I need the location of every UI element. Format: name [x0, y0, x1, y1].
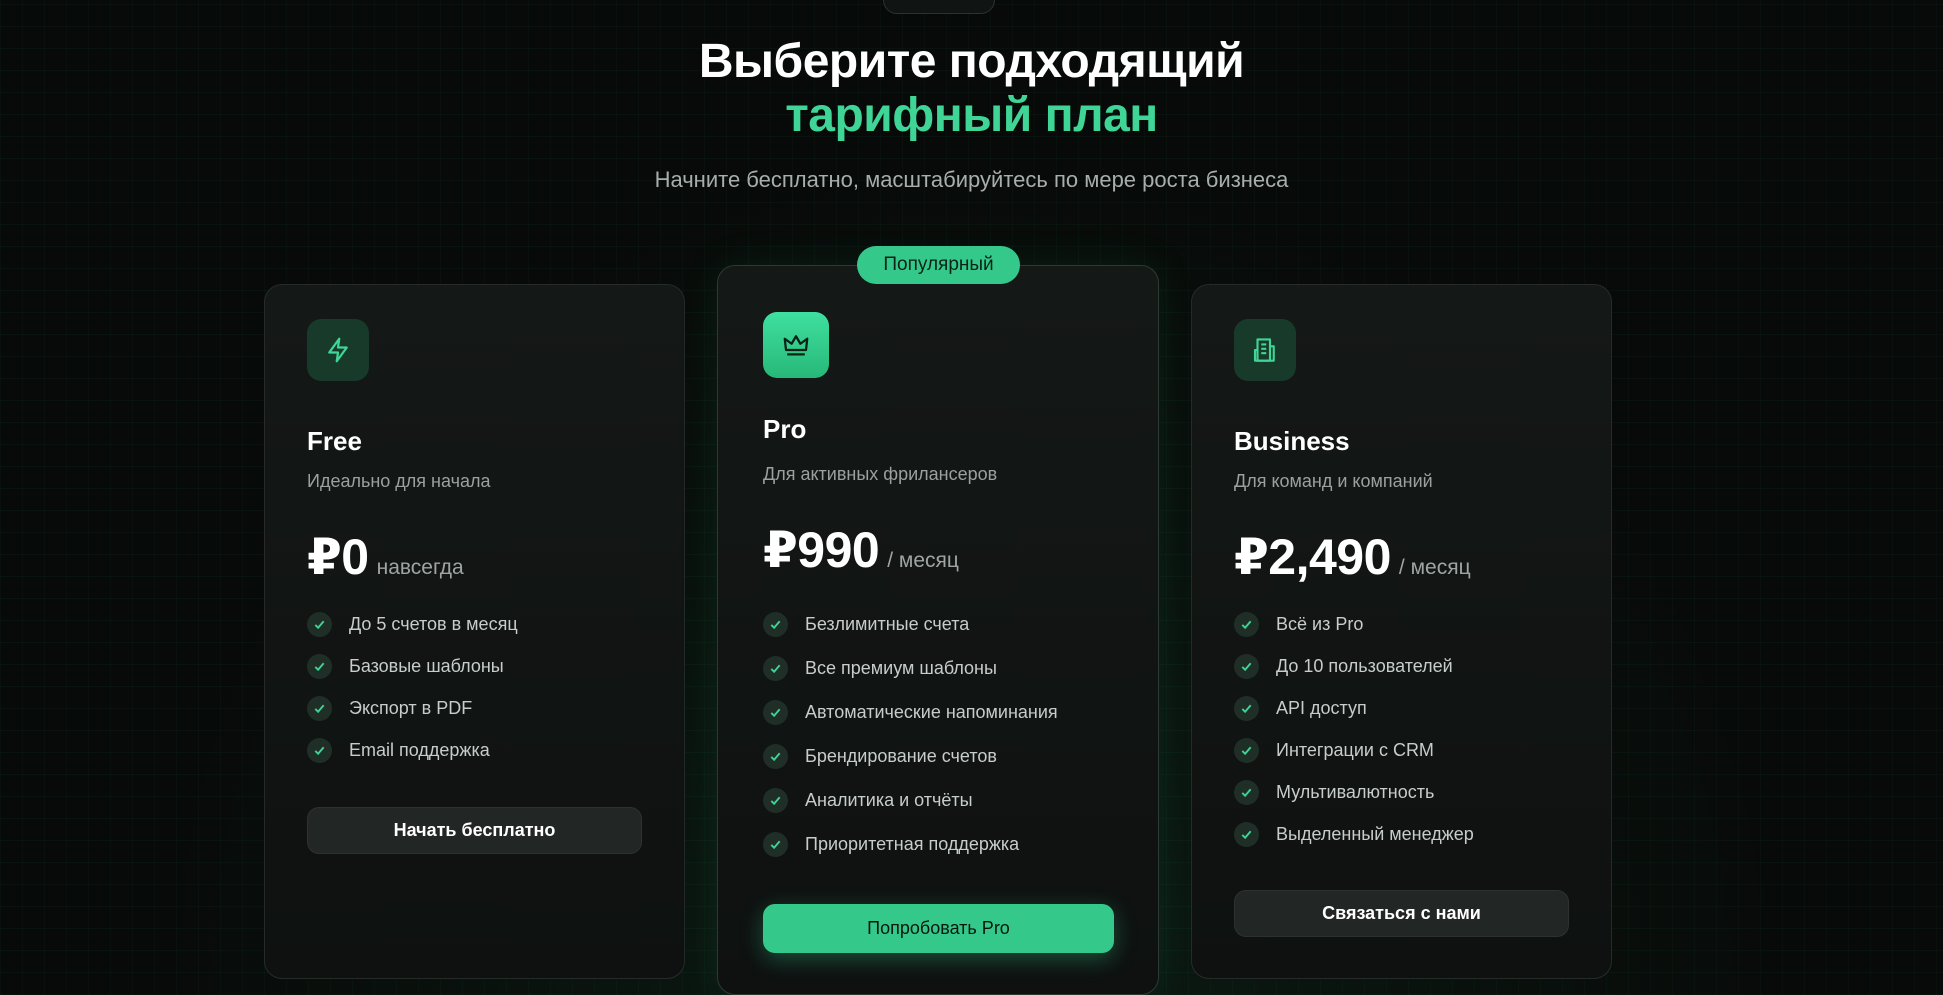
check-icon [307, 611, 332, 637]
feature-list: До 5 счетов в месяц Базовые шаблоны Эксп… [307, 603, 518, 771]
check-icon [763, 655, 788, 681]
feature-text: Все премиум шаблоны [805, 657, 997, 678]
popular-badge: Популярный [857, 246, 1020, 284]
list-item: Приоритетная поддержка [763, 822, 1058, 866]
check-icon [1234, 821, 1259, 847]
plan-description: Для активных фрилансеров [763, 464, 998, 484]
try-pro-button[interactable]: Попробовать Pro [763, 904, 1114, 953]
plan-price: ₽990 [763, 522, 880, 578]
check-icon [1234, 611, 1259, 637]
check-icon [763, 743, 788, 769]
feature-text: До 10 пользователей [1276, 655, 1453, 676]
feature-text: Брендирование счетов [805, 745, 997, 766]
lightning-icon [307, 319, 369, 381]
check-icon [763, 787, 788, 813]
feature-text: Email поддержка [349, 739, 490, 760]
check-icon [763, 699, 788, 725]
check-icon [763, 611, 788, 637]
feature-text: Базовые шаблоны [349, 655, 504, 676]
list-item: До 5 счетов в месяц [307, 603, 518, 645]
list-item: Выделенный менеджер [1234, 813, 1474, 855]
feature-list: Безлимитные счета Все премиум шаблоны Ав… [763, 602, 1058, 866]
feature-text: Интеграции с CRM [1276, 739, 1434, 760]
page-title: Выберите подходящий [698, 35, 1245, 88]
check-icon [1234, 653, 1259, 679]
price-row: ₽0 навсегда [307, 528, 464, 586]
feature-text: Выделенный менеджер [1276, 823, 1474, 844]
plan-card-free: Free Идеально для начала ₽0 навсегда До … [264, 284, 685, 979]
list-item: API доступ [1234, 687, 1474, 729]
plan-name: Free [307, 426, 362, 456]
feature-list: Всё из Pro До 10 пользователей API досту… [1234, 603, 1474, 855]
section-tag [883, 0, 995, 14]
plan-name: Pro [763, 414, 807, 444]
feature-text: Автоматические напоминания [805, 701, 1058, 722]
list-item: Экспорт в PDF [307, 687, 518, 729]
plan-name: Business [1234, 426, 1350, 456]
list-item: Безлимитные счета [763, 602, 1058, 646]
list-item: Брендирование счетов [763, 734, 1058, 778]
plan-period: / месяц [1398, 556, 1471, 579]
page-subtitle: Начните бесплатно, масштабируйтесь по ме… [654, 167, 1289, 192]
feature-text: Мультивалютность [1276, 781, 1435, 802]
feature-text: До 5 счетов в месяц [349, 613, 518, 634]
price-row: ₽990 / месяц [763, 521, 959, 579]
plan-price: ₽2,490 [1234, 529, 1391, 585]
list-item: Мультивалютность [1234, 771, 1474, 813]
feature-text: Аналитика и отчёты [805, 789, 973, 810]
building-icon [1234, 319, 1296, 381]
price-row: ₽2,490 / месяц [1234, 528, 1471, 586]
list-item: Аналитика и отчёты [763, 778, 1058, 822]
list-item: Базовые шаблоны [307, 645, 518, 687]
plan-period: навсегда [376, 556, 464, 579]
check-icon [763, 831, 788, 857]
plan-price: ₽0 [307, 529, 369, 585]
list-item: Email поддержка [307, 729, 518, 771]
feature-text: Безлимитные счета [805, 613, 970, 634]
plan-card-business: Business Для команд и компаний ₽2,490 / … [1191, 284, 1612, 979]
feature-text: Экспорт в PDF [349, 697, 473, 718]
feature-text: Приоритетная поддержка [805, 833, 1020, 854]
list-item: Всё из Pro [1234, 603, 1474, 645]
page-title-accent: тарифный план [785, 89, 1158, 142]
check-icon [1234, 695, 1259, 721]
plan-description: Для команд и компаний [1234, 471, 1433, 491]
check-icon [307, 653, 332, 679]
list-item: До 10 пользователей [1234, 645, 1474, 687]
contact-us-button[interactable]: Связаться с нами [1234, 890, 1569, 937]
list-item: Все премиум шаблоны [763, 646, 1058, 690]
check-icon [1234, 737, 1259, 763]
list-item: Автоматические напоминания [763, 690, 1058, 734]
check-icon [307, 737, 332, 763]
check-icon [307, 695, 332, 721]
check-icon [1234, 779, 1259, 805]
plan-card-pro: Pro Для активных фрилансеров ₽990 / меся… [717, 265, 1159, 995]
feature-text: Всё из Pro [1276, 613, 1364, 634]
feature-text: API доступ [1276, 697, 1367, 718]
list-item: Интеграции с CRM [1234, 729, 1474, 771]
crown-icon [763, 312, 829, 378]
plan-description: Идеально для начала [307, 471, 491, 491]
start-free-button[interactable]: Начать бесплатно [307, 807, 642, 854]
plan-period: / месяц [887, 549, 959, 572]
